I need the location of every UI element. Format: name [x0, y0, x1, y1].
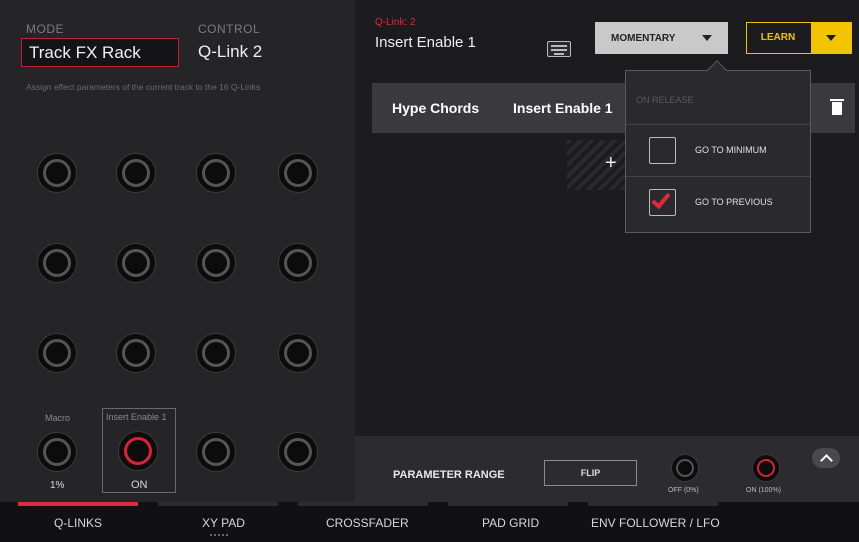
chevron-down-icon: [702, 35, 712, 41]
qlink-knob-13[interactable]: [37, 432, 77, 472]
tab-q-links[interactable]: Q-LINKS: [54, 516, 102, 530]
control-label: CONTROL: [198, 22, 261, 36]
control-value[interactable]: Q-Link 2: [198, 42, 262, 62]
momentary-dropdown[interactable]: MOMENTARY: [595, 22, 728, 54]
qlink-title: Insert Enable 1: [375, 34, 476, 51]
tab-crossfader[interactable]: CROSSFADER: [326, 516, 409, 530]
trash-icon[interactable]: [830, 99, 844, 115]
qlink-panel: MODE Track FX Rack CONTROL Q-Link 2 Assi…: [0, 0, 355, 502]
learn-button[interactable]: LEARN: [746, 22, 852, 54]
mode-selector[interactable]: Track FX Rack: [21, 38, 179, 67]
tab-xy-pad[interactable]: XY PAD: [202, 516, 245, 530]
range-max-label: ON (100%): [746, 487, 782, 494]
range-min-knob[interactable]: [671, 454, 699, 482]
qlink-knob-12[interactable]: [278, 333, 318, 373]
qlink-knob-1[interactable]: [37, 153, 77, 193]
on-release-heading: ON RELEASE: [636, 95, 694, 105]
bottom-tab-bar: Q-LINKS XY PAD CROSSFADER PAD GRID ENV F…: [0, 502, 859, 542]
qlink-knob-11[interactable]: [196, 333, 236, 373]
qlink-knob-10[interactable]: [116, 333, 156, 373]
on-release-menu: ON RELEASE GO TO MINIMUM GO TO PREVIOUS: [625, 60, 811, 233]
assignment-param: Insert Enable 1: [513, 100, 613, 116]
keyboard-icon[interactable]: [547, 41, 571, 57]
tab-env-follower-lfo[interactable]: ENV FOLLOWER / LFO: [591, 516, 720, 530]
momentary-label: MOMENTARY: [611, 32, 676, 44]
option-label: GO TO MINIMUM: [695, 145, 767, 155]
learn-dropdown-button[interactable]: [811, 23, 851, 53]
mode-hint: Assign effect parameters of the current …: [26, 82, 261, 92]
mode-value: Track FX Rack: [29, 43, 141, 62]
drag-handle: [210, 534, 228, 537]
chevron-up-icon[interactable]: [812, 448, 840, 468]
tab-pad-grid[interactable]: PAD GRID: [482, 516, 539, 530]
option-go-to-minimum[interactable]: GO TO MINIMUM: [626, 125, 810, 175]
checkbox-previous[interactable]: [649, 188, 676, 216]
qlink-knob-5[interactable]: [37, 243, 77, 283]
insert-enable-knob[interactable]: [118, 431, 158, 471]
checkbox-minimum[interactable]: [649, 137, 676, 164]
parameter-range-label: PARAMETER RANGE: [393, 469, 505, 481]
parameter-range-panel: PARAMETER RANGE FLIP OFF (0%) ON (100%): [355, 436, 859, 502]
add-icon[interactable]: +: [605, 152, 617, 175]
assignment-area: Q-Link: 2 Insert Enable 1 MOMENTARY LEAR…: [355, 0, 859, 502]
learn-label: LEARN: [760, 32, 796, 43]
qlink-knob-4[interactable]: [278, 153, 318, 193]
assignment-name: Hype Chords: [392, 100, 480, 116]
insert-enable-value: ON: [131, 479, 148, 491]
insert-enable-label: Insert Enable 1: [106, 412, 167, 422]
qlink-knob-7[interactable]: [196, 243, 236, 283]
qlink-knob-3[interactable]: [196, 153, 236, 193]
qlink-knob-8[interactable]: [278, 243, 318, 283]
qlink-subtitle: Q-Link: 2: [375, 17, 416, 28]
option-label: GO TO PREVIOUS: [695, 197, 773, 207]
qlink-knob-16[interactable]: [278, 432, 318, 472]
macro-label: Macro: [45, 413, 71, 423]
macro-value: 1%: [50, 480, 65, 491]
check-icon: [651, 188, 671, 210]
range-max-knob[interactable]: [752, 454, 780, 482]
qlink-knob-9[interactable]: [37, 333, 77, 373]
mode-label: MODE: [26, 22, 64, 36]
qlink-knob-14-selected[interactable]: Insert Enable 1 ON: [102, 408, 176, 493]
qlink-knob-6[interactable]: [116, 243, 156, 283]
qlink-knob-2[interactable]: [116, 153, 156, 193]
option-go-to-previous[interactable]: GO TO PREVIOUS: [626, 177, 810, 227]
qlink-knob-15[interactable]: [196, 432, 236, 472]
flip-button[interactable]: FLIP: [544, 460, 637, 486]
range-min-label: OFF (0%): [668, 487, 699, 494]
